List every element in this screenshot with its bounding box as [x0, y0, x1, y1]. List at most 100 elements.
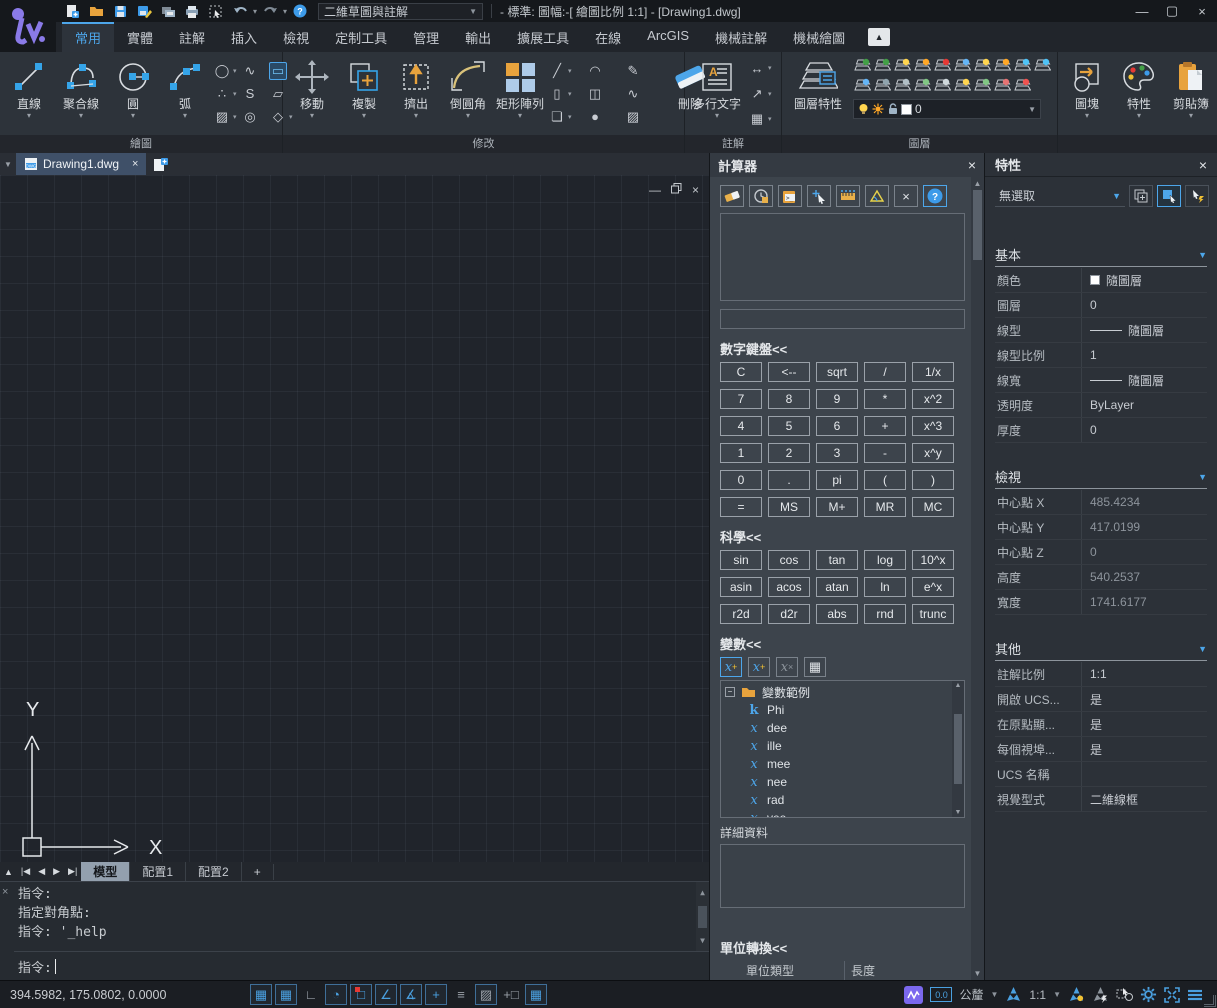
offset-tool-icon[interactable]: ◠ [586, 62, 604, 80]
chevron-down-icon[interactable]: ▼ [1198, 472, 1207, 482]
batch-plot-button[interactable] [157, 2, 179, 20]
calc-key-6[interactable]: 6 [816, 416, 858, 436]
variables-scrollbar[interactable]: ▲ ▼ [952, 681, 964, 817]
document-tab-menu-button[interactable]: ▼ [0, 160, 16, 169]
circle-button[interactable]: 圓▾ [109, 55, 157, 132]
tab-ArcGIS[interactable]: ArcGIS [634, 22, 702, 53]
variable-item[interactable]: xnee [725, 773, 950, 791]
layer-current-button[interactable] [853, 77, 871, 94]
model-space-icon[interactable] [1005, 986, 1022, 1003]
select-objects-button[interactable] [1157, 185, 1181, 207]
new-variable-button[interactable]: x+ [720, 657, 742, 677]
calc-key-sin[interactable]: sin [720, 550, 762, 570]
rect-array-button[interactable]: 矩形陣列▾ [496, 55, 544, 132]
units-section-label[interactable]: 單位轉換<< [720, 938, 965, 957]
quick-select-button[interactable] [1185, 185, 1209, 207]
calc-key-ln[interactable]: ln [864, 577, 906, 597]
calc-key-1/x[interactable]: 1/x [912, 362, 954, 382]
polyline-button[interactable]: 聚合線▾ [57, 55, 105, 132]
delete-button[interactable]: × [894, 185, 918, 207]
tab-輸出[interactable]: 輸出 [452, 22, 504, 53]
properties-button[interactable]: 特性▾ [1115, 55, 1163, 132]
paste-to-commandline-button[interactable]: >_ [778, 185, 802, 207]
measure-distance-button[interactable] [836, 185, 860, 207]
calc-key-10^x[interactable]: 10^x [912, 550, 954, 570]
chevron-down-icon[interactable]: ▼ [1053, 990, 1061, 999]
chevron-down-icon[interactable]: ▼ [1198, 644, 1207, 654]
save-as-button[interactable] [133, 2, 155, 20]
chevron-down-icon[interactable]: ▾ [568, 90, 576, 98]
calculator-input[interactable] [720, 309, 965, 329]
selection-cycling-icon[interactable] [1116, 987, 1133, 1002]
calc-key-MS[interactable]: MS [768, 497, 810, 517]
calc-key-sqrt[interactable]: sqrt [816, 362, 858, 382]
scroll-up-icon[interactable]: ▲ [974, 179, 982, 188]
layer-lock-button[interactable] [933, 57, 951, 74]
ellipse-tool-icon[interactable]: ◯ [213, 62, 231, 80]
fullscreen-icon[interactable] [1164, 987, 1180, 1003]
tab-管理[interactable]: 管理 [400, 22, 452, 53]
table-tool-icon[interactable]: ▦ [748, 110, 766, 128]
workspace-select[interactable]: 二維草圖與註解 ▼ [318, 3, 483, 20]
close-button[interactable]: × [1187, 0, 1217, 22]
leader-tool-icon[interactable]: ↗ [748, 85, 766, 103]
scale-tool-icon[interactable]: ▯ [548, 85, 566, 103]
clear-button[interactable] [720, 185, 744, 207]
calc-key-.[interactable]: . [768, 470, 810, 490]
scroll-down-icon[interactable]: ▼ [955, 809, 962, 816]
mtext-button[interactable]: A 多行文字▾ [690, 55, 744, 132]
property-value[interactable]: 485.4234 [1081, 490, 1207, 514]
copy-nested-tool-icon[interactable]: ❏ [548, 108, 566, 126]
scroll-up-icon[interactable]: ▲ [955, 682, 962, 689]
section-header[interactable]: 檢視▼ [995, 467, 1207, 489]
property-value[interactable]: 1:1 [1081, 662, 1207, 686]
calc-key-([interactable]: ( [864, 470, 906, 490]
property-value[interactable]: 二維線框 [1081, 787, 1207, 811]
tab-插入[interactable]: 插入 [218, 22, 270, 53]
calc-key-x^y[interactable]: x^y [912, 443, 954, 463]
doc-close-button[interactable]: × [692, 183, 699, 197]
scrollbar-thumb[interactable] [698, 906, 707, 928]
point-style-toggle[interactable]: +□ [500, 984, 522, 1005]
first-layout-button[interactable]: |◀ [17, 866, 34, 877]
trim-tool-icon[interactable]: ╱ [548, 62, 566, 80]
layer-properties-button[interactable]: 圖層特性 [787, 55, 849, 132]
chevron-down-icon[interactable]: ▾ [768, 90, 776, 98]
property-value[interactable]: 隨圖層 [1081, 318, 1207, 342]
layer-purge-button[interactable] [1013, 77, 1031, 94]
calc-key-tan[interactable]: tan [816, 550, 858, 570]
science-section-label[interactable]: 科學<< [720, 527, 965, 546]
app-logo-icon[interactable] [0, 0, 56, 52]
chevron-down-icon[interactable]: ▾ [233, 90, 241, 98]
object-snap-tracking-toggle[interactable]: ∡ [400, 984, 422, 1005]
layer-walk-button[interactable] [853, 57, 871, 74]
clipboard-button[interactable]: 剪貼簿▾ [1167, 55, 1215, 132]
chevron-down-icon[interactable]: ▾ [233, 67, 241, 75]
calc-help-button[interactable]: ? [923, 185, 947, 207]
chevron-down-icon[interactable]: ▼ [1198, 250, 1207, 260]
save-button[interactable] [109, 2, 131, 20]
property-value[interactable]: 0 [1081, 540, 1207, 564]
calc-key-atan[interactable]: atan [816, 577, 858, 597]
polyline-edit-tool-icon[interactable]: S [241, 85, 259, 103]
measure-angle-button[interactable] [865, 185, 889, 207]
property-value[interactable]: 0 [1081, 293, 1207, 317]
scroll-up-icon[interactable]: ▲ [700, 883, 705, 902]
calc-key-trunc[interactable]: trunc [912, 604, 954, 624]
property-value[interactable] [1081, 762, 1207, 786]
transparency-toggle-toggle[interactable]: ≡ [450, 984, 472, 1005]
calc-key-e^x[interactable]: e^x [912, 577, 954, 597]
polar-tracking-toggle[interactable]: ◔ [325, 984, 347, 1005]
property-value[interactable]: 是 [1081, 687, 1207, 711]
calc-key-/[interactable]: / [864, 362, 906, 382]
layer-unisolate-button[interactable] [1033, 57, 1051, 74]
line-button[interactable]: 直線▾ [5, 55, 53, 132]
calc-key-acos[interactable]: acos [768, 577, 810, 597]
grid-display-toggle[interactable]: ▦ [250, 984, 272, 1005]
open-file-button[interactable] [85, 2, 107, 20]
command-input[interactable]: 指令: [14, 952, 709, 980]
layer-off-button[interactable] [893, 57, 911, 74]
property-value[interactable]: 1741.6177 [1081, 590, 1207, 614]
calc-key-M+[interactable]: M+ [816, 497, 858, 517]
calc-key-x^2[interactable]: x^2 [912, 389, 954, 409]
